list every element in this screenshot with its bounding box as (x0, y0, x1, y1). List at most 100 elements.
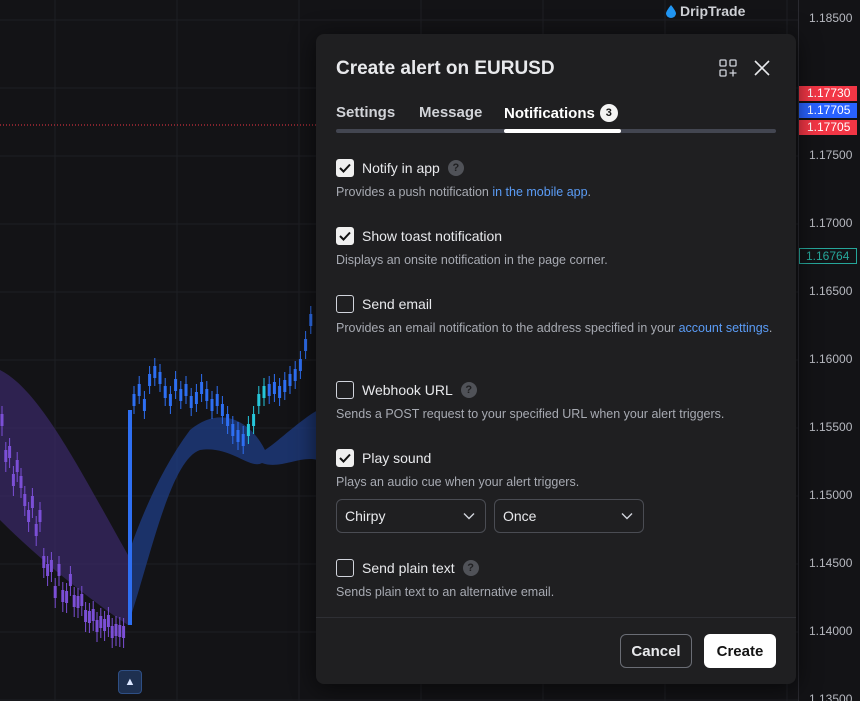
drop-icon (666, 4, 676, 18)
indicator-band (128, 410, 318, 625)
alert-marker[interactable]: ▲ (118, 670, 142, 694)
play-sound-checkbox[interactable] (336, 449, 354, 467)
notify-in-app-checkbox[interactable] (336, 159, 354, 177)
chevron-down-icon (621, 513, 633, 520)
help-icon[interactable]: ? (460, 382, 477, 398)
candle-body (27, 510, 31, 522)
candle-body (65, 591, 69, 603)
tab-label: Notifications (504, 104, 595, 122)
tab-count-badge: 3 (599, 104, 618, 122)
price-label: 1.14000 (809, 624, 853, 638)
tab-settings[interactable]: Settings (336, 104, 395, 121)
candle-body (231, 424, 235, 436)
show-toast-label[interactable]: Show toast notification (362, 228, 502, 244)
candle-body (226, 414, 230, 426)
help-icon[interactable]: ? (447, 160, 464, 176)
candle-body (0, 414, 4, 426)
checkmark-icon (339, 231, 351, 241)
send-plain-text-option: Send plain text? Sends plain text to an a… (336, 558, 776, 601)
candle-body (298, 359, 302, 371)
candle-body (278, 386, 282, 398)
candle-body (179, 389, 183, 401)
cancel-button[interactable]: Cancel (620, 634, 692, 668)
candle-body (49, 560, 53, 572)
candle-body (34, 524, 38, 536)
candle-body (137, 384, 141, 396)
candle-body (257, 394, 261, 406)
candle-body (168, 394, 172, 406)
price-label: 1.16000 (809, 352, 853, 366)
send-email-checkbox[interactable] (336, 295, 354, 313)
candle-body (72, 595, 76, 607)
brand-name: DripTrade (680, 3, 746, 19)
candle-body (215, 394, 219, 406)
candle-body (95, 620, 99, 632)
webhook-url-checkbox[interactable] (336, 381, 354, 399)
send-plain-text-description: Sends plain text to an alternative email… (336, 583, 776, 601)
trading-app: DripTrade ▲ 1.18500 1.17500 1.17000 1.16… (0, 0, 860, 701)
candle-body (252, 414, 256, 426)
sound-select[interactable]: Chirpy (336, 499, 486, 533)
brand-watermark: DripTrade (666, 3, 745, 19)
price-axis[interactable]: 1.18500 1.17500 1.17000 1.16500 1.16000 … (798, 0, 860, 701)
webhook-url-label[interactable]: Webhook URL (362, 382, 453, 398)
candle-body (46, 564, 50, 576)
dialog-title: Create alert on EURUSD (336, 58, 555, 79)
send-email-description: Provides an email notification to the ad… (336, 319, 776, 337)
play-sound-label[interactable]: Play sound (362, 450, 431, 466)
repeat-select-value: Once (503, 508, 537, 524)
notify-in-app-label[interactable]: Notify in app (362, 160, 440, 176)
webhook-url-description: Sends a POST request to your specified U… (336, 405, 776, 423)
candle-body (189, 396, 193, 408)
tab-message[interactable]: Message (419, 104, 482, 121)
checkmark-icon (339, 453, 351, 463)
play-sound-option: Play sound Plays an audio cue when your a… (336, 448, 776, 491)
description-link[interactable]: account settings (679, 321, 769, 335)
candle-body (8, 446, 12, 458)
candle-body (262, 386, 266, 398)
description-link[interactable]: in the mobile app (492, 185, 587, 199)
play-sound-row: Play sound (336, 448, 776, 468)
candle-body (148, 374, 152, 386)
candle-body (194, 392, 198, 404)
add-widget-button[interactable] (714, 54, 742, 82)
candle-body (11, 474, 15, 486)
candle-body (153, 366, 157, 378)
candle-body (122, 626, 126, 638)
notify-in-app-row: Notify in app? (336, 158, 776, 178)
candle-body (15, 460, 19, 472)
send-plain-text-checkbox[interactable] (336, 559, 354, 577)
candle-body (103, 619, 107, 631)
show-toast-option: Show toast notification Displays an onsit… (336, 226, 776, 269)
description-text: Sends a POST request to your specified U… (336, 407, 725, 421)
description-suffix: . (768, 321, 773, 335)
candle-body (118, 625, 122, 637)
notify-in-app-description: Provides a push notification in the mobi… (336, 183, 776, 201)
candle-body (184, 384, 188, 396)
description-text: Plays an audio cue when your alert trigg… (336, 475, 580, 489)
bid-price-tag: 1.17705 (799, 120, 857, 135)
candle-body (246, 424, 250, 436)
description-text: Displays an onsite notification in the p… (336, 253, 608, 267)
close-button[interactable] (748, 54, 776, 82)
candle-body (304, 339, 308, 351)
tab-notifications[interactable]: Notifications 3 (504, 104, 618, 122)
send-plain-text-label[interactable]: Send plain text (362, 560, 455, 576)
help-icon[interactable]: ? (462, 560, 479, 576)
create-button[interactable]: Create (704, 634, 776, 668)
show-toast-row: Show toast notification (336, 226, 776, 246)
repeat-select[interactable]: Once (494, 499, 644, 533)
send-plain-text-row: Send plain text? (336, 558, 776, 578)
price-label: 1.17500 (809, 148, 853, 162)
candle-body (38, 510, 42, 522)
show-toast-description: Displays an onsite notification in the p… (336, 251, 776, 269)
create-alert-dialog: Create alert on EURUSD Settings Message … (316, 34, 796, 684)
description-suffix: . (587, 185, 592, 199)
price-label: 1.18500 (809, 11, 853, 25)
send-email-label[interactable]: Send email (362, 296, 432, 312)
chevron-down-icon (463, 513, 475, 520)
show-toast-checkbox[interactable] (336, 227, 354, 245)
candle-body (142, 399, 146, 411)
candle-body (236, 430, 240, 442)
candle-body (163, 386, 167, 398)
